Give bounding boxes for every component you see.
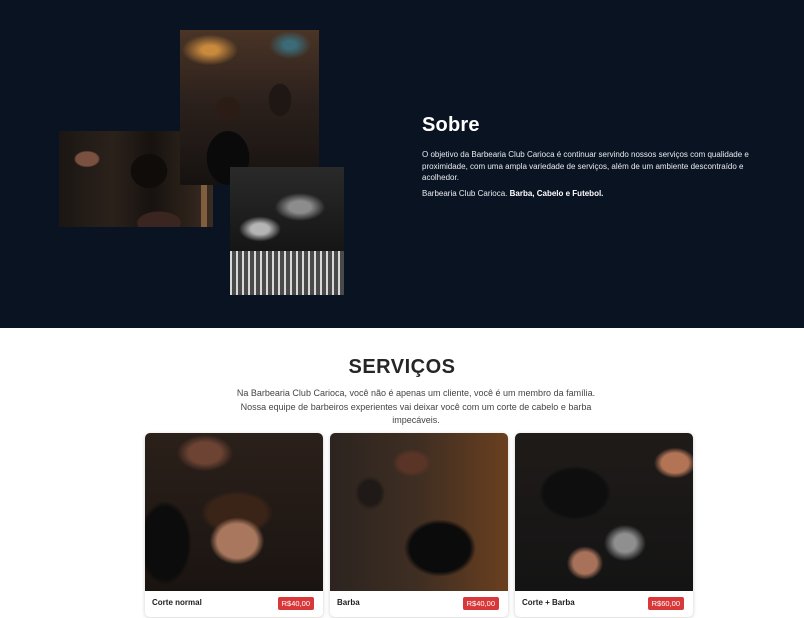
services-title: SERVIÇOS — [348, 356, 456, 378]
service-photo-clipper — [515, 433, 693, 591]
price-badge: R$40,00 — [462, 597, 499, 610]
about-tagline-bold: Barba, Cabelo e Futebol. — [509, 188, 604, 198]
service-name: Barba — [337, 598, 360, 607]
services-description: Na Barbearia Club Carioca, você não é ap… — [236, 388, 596, 425]
barbershop-interior-photo — [180, 30, 319, 185]
about-section: Sobre O objetivo da Barbearia Club Cario… — [0, 0, 804, 328]
service-photo-haircut — [145, 433, 323, 591]
price-badge: R$40,00 — [277, 597, 314, 610]
about-title: Sobre — [422, 114, 480, 136]
service-card-corte-normal[interactable]: Corte normal R$40,00 — [145, 433, 323, 617]
service-name: Corte normal — [152, 598, 202, 607]
about-tagline-prefix: Barbearia Club Carioca. — [422, 188, 510, 198]
service-photo-beard — [330, 433, 508, 591]
about-tagline: Barbearia Club Carioca. Barba, Cabelo e … — [422, 189, 782, 198]
about-description: O objetivo da Barbearia Club Carioca é c… — [422, 150, 749, 183]
service-name: Corte + Barba — [522, 598, 575, 607]
service-card-barba[interactable]: Barba R$40,00 — [330, 433, 508, 617]
beard-shave-photo — [230, 167, 344, 295]
service-card-corte-barba[interactable]: Corte + Barba R$60,00 — [515, 433, 693, 617]
about-text-block: Sobre O objetivo da Barbearia Club Cario… — [422, 114, 782, 198]
price-badge: R$60,00 — [647, 597, 684, 610]
